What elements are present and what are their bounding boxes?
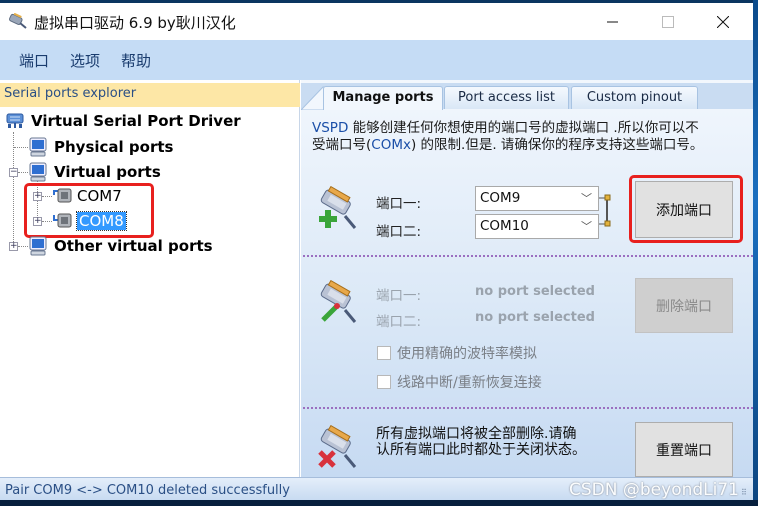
tree-line — [18, 172, 28, 173]
port1-select[interactable]: COM9 ﹀ — [475, 186, 599, 211]
tree-physical-label: Physical ports — [54, 138, 174, 156]
pair-connector-icon — [599, 194, 611, 227]
explorer-header: Serial ports explorer — [0, 83, 300, 107]
add-port-icon — [319, 186, 357, 229]
vspd-label: VSPD — [312, 120, 349, 136]
reset-warning-text: 所有虚拟端口将被全部删除.请确认所有端口此时都处于关闭状态。 — [376, 426, 586, 458]
computer-icon — [29, 137, 47, 157]
manage-ports-panel: Manage ports Port access list Custom pin… — [301, 80, 753, 477]
computer-icon — [29, 162, 47, 182]
tree-line — [14, 147, 28, 148]
title-bar: 虚拟串口驱动 6.9 by耿川汉化 — [0, 3, 753, 40]
tab-manage-ports[interactable]: Manage ports — [323, 86, 443, 110]
menu-options[interactable]: 选项 — [70, 50, 100, 71]
tab-custom-pinout[interactable]: Custom pinout — [571, 86, 698, 109]
line-break-option[interactable]: 线路中断/重新恢复连接 — [377, 372, 542, 392]
tree-physical-ports[interactable]: Physical ports — [28, 137, 173, 157]
edit-port-icon — [320, 280, 357, 323]
line-break-checkbox[interactable] — [377, 375, 391, 389]
add-port2-label: 端口二: — [376, 224, 422, 240]
delete-port1-value: no port selected — [475, 284, 595, 299]
status-message: Pair COM9 <-> COM10 deleted successfully — [5, 483, 290, 498]
description-line-2b: ) 的限制.但是. 请确保你的程序支持这些端口号。 — [410, 137, 704, 153]
tree-other-virtual-ports[interactable]: Other virtual ports — [28, 236, 213, 256]
tree-line — [13, 132, 14, 246]
desktop-bottom-edge — [0, 500, 758, 506]
description-line-2a: 受端口号( — [312, 137, 372, 153]
annotation-highlight — [24, 183, 154, 238]
tree-root[interactable]: Virtual Serial Port Driver — [5, 112, 241, 130]
comx-label: COMx — [371, 137, 411, 153]
tree-virtual-ports[interactable]: Virtual ports — [28, 162, 161, 182]
reset-ports-button[interactable]: 重置端口 — [635, 422, 733, 477]
app-window: 虚拟串口驱动 6.9 by耿川汉化 端口 选项 帮助 Serial ports … — [0, 3, 753, 503]
tree-root-label: Virtual Serial Port Driver — [31, 112, 241, 130]
close-icon — [717, 15, 729, 28]
serial-port-icon — [6, 113, 24, 128]
port2-value: COM10 — [480, 218, 529, 234]
menu-help[interactable]: 帮助 — [121, 50, 151, 71]
port1-value: COM9 — [480, 190, 521, 206]
watermark: CSDN @beyondLi71 — [569, 480, 739, 500]
add-port1-label: 端口一: — [376, 196, 422, 212]
delete-port1-label: 端口一: — [376, 288, 422, 304]
tree-virtual-label: Virtual ports — [54, 163, 161, 181]
close-button[interactable] — [700, 3, 746, 40]
collapse-virtual-ports[interactable]: − — [9, 168, 18, 177]
section-separator — [303, 407, 753, 409]
delete-port-button[interactable]: 删除端口 — [635, 278, 733, 333]
tree-other-label: Other virtual ports — [54, 237, 213, 255]
remove-port-icon — [318, 425, 357, 468]
delete-port2-value: no port selected — [475, 310, 595, 325]
line-break-label: 线路中断/重新恢复连接 — [397, 375, 542, 391]
delete-port2-label: 端口二: — [376, 314, 422, 330]
accurate-baud-option[interactable]: 使用精确的波特率模拟 — [377, 343, 537, 363]
minimize-button[interactable] — [590, 3, 636, 40]
accurate-baud-checkbox[interactable] — [377, 346, 391, 360]
minimize-icon — [607, 21, 618, 22]
add-port-button[interactable]: 添加端口 — [635, 181, 733, 238]
tree-line — [18, 246, 28, 247]
chevron-down-icon: ﹀ — [581, 192, 592, 205]
section-separator — [303, 255, 753, 257]
window-title: 虚拟串口驱动 6.9 by耿川汉化 — [34, 14, 236, 32]
menu-bar: 端口 选项 帮助 — [0, 40, 753, 80]
description-text: VSPD 能够创建任何你想使用的端口号的虚拟端口 .所以你可以不 受端口号(CO… — [312, 120, 742, 154]
expand-other-ports[interactable]: + — [9, 242, 18, 251]
port2-select[interactable]: COM10 ﹀ — [475, 214, 599, 239]
serial-plug-icon — [9, 13, 27, 29]
computer-icon — [29, 236, 47, 256]
description-line-1: 能够创建任何你想使用的端口号的虚拟端口 .所以你可以不 — [348, 120, 699, 136]
menu-port[interactable]: 端口 — [19, 50, 49, 71]
accurate-baud-label: 使用精确的波特率模拟 — [397, 346, 537, 362]
serial-ports-explorer: Serial ports explorer Virtual Serial Por… — [0, 80, 300, 477]
chevron-down-icon: ﹀ — [581, 220, 592, 233]
maximize-button[interactable] — [645, 3, 691, 40]
maximize-icon — [662, 15, 674, 28]
desktop-right-edge — [753, 0, 758, 506]
tab-port-access-list[interactable]: Port access list — [444, 86, 569, 109]
tab-strip: Manage ports Port access list Custom pin… — [301, 83, 753, 110]
